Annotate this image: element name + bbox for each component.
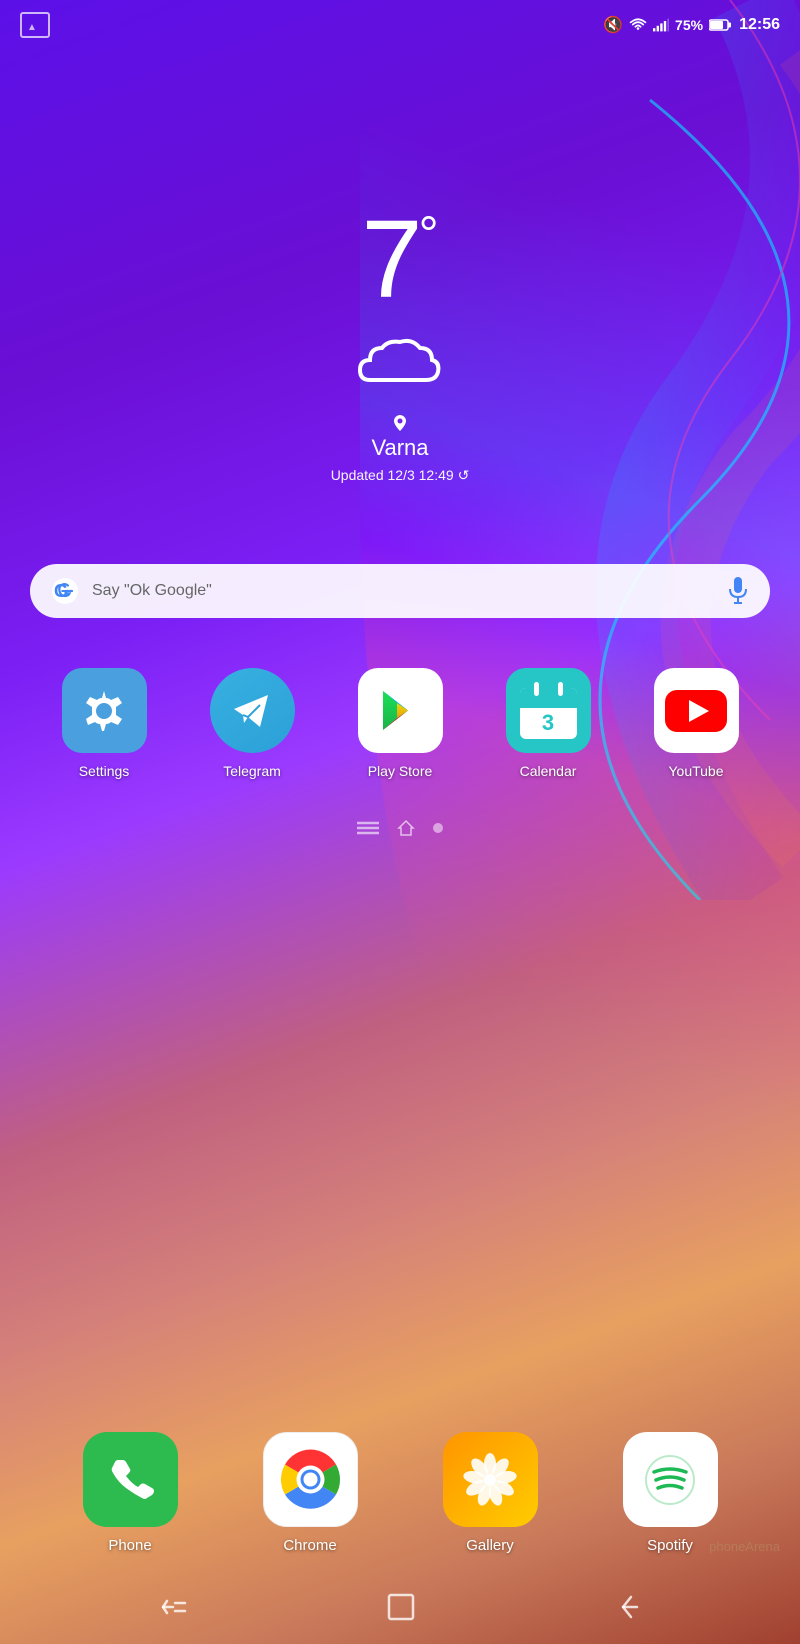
gallery-icon [443,1432,538,1527]
gallery-label: Gallery [466,1537,514,1554]
chrome-label: Chrome [283,1537,336,1554]
phone-icon [83,1432,178,1527]
updated-time: Updated 12/3 12:49 ↺ [331,467,470,484]
back-button[interactable] [613,1593,641,1621]
notification-icon [20,12,50,38]
time-display: 12:56 [739,16,780,34]
weather-widget: 7 ° Varna Updated 12/3 12:49 ↺ [0,205,800,484]
signal-icon [653,18,669,32]
playstore-label: Play Store [368,763,433,779]
degree-symbol: ° [419,205,439,263]
recent-apps-button[interactable] [159,1595,189,1619]
app-grid: Settings Telegram [10,668,790,779]
dock: Phone [0,1432,800,1554]
app-settings[interactable]: Settings [44,668,164,779]
wifi-icon [629,18,647,32]
google-logo: G [50,576,80,606]
app-telegram[interactable]: Telegram [192,668,312,779]
settings-label: Settings [79,763,130,779]
city-name: Varna [371,435,428,461]
page-indicators [0,819,800,837]
home-indicator [397,819,415,837]
watermark: phoneArena [709,1539,780,1554]
dock-phone[interactable]: Phone [65,1432,195,1554]
app-playstore[interactable]: Play Store [340,668,460,779]
playstore-icon [358,668,443,753]
chrome-icon [263,1432,358,1527]
mute-icon: 🔇 [603,15,623,35]
search-placeholder: Say "Ok Google" [92,582,714,600]
dock-spotify[interactable]: Spotify [605,1432,735,1554]
calendar-label: Calendar [520,763,577,779]
spotify-icon [623,1432,718,1527]
mic-icon[interactable] [726,577,750,605]
temperature: 7 [361,205,418,315]
app-calendar[interactable]: 3 Calendar [488,668,608,779]
weather-cloud-icon [350,330,450,395]
battery-percent: 75% [675,17,703,33]
telegram-label: Telegram [223,763,281,779]
telegram-icon [210,668,295,753]
search-bar[interactable]: G Say "Ok Google" [30,564,770,618]
dot-indicator [433,823,443,833]
calendar-icon: 3 [506,668,591,753]
settings-icon [62,668,147,753]
dock-gallery[interactable]: Gallery [425,1432,555,1554]
spotify-label: Spotify [647,1537,693,1554]
battery-icon [709,19,731,31]
phone-label: Phone [108,1537,151,1554]
home-button[interactable] [386,1592,416,1622]
dock-chrome[interactable]: Chrome [245,1432,375,1554]
youtube-icon [654,668,739,753]
nav-bar [0,1569,800,1644]
app-youtube[interactable]: YouTube [636,668,756,779]
youtube-label: YouTube [668,763,723,779]
location-pin [394,415,406,431]
svg-text:3: 3 [541,710,553,735]
svg-text:G: G [54,581,68,601]
menu-indicator [357,821,379,835]
status-bar: 🔇 75% 12:56 [0,0,800,45]
